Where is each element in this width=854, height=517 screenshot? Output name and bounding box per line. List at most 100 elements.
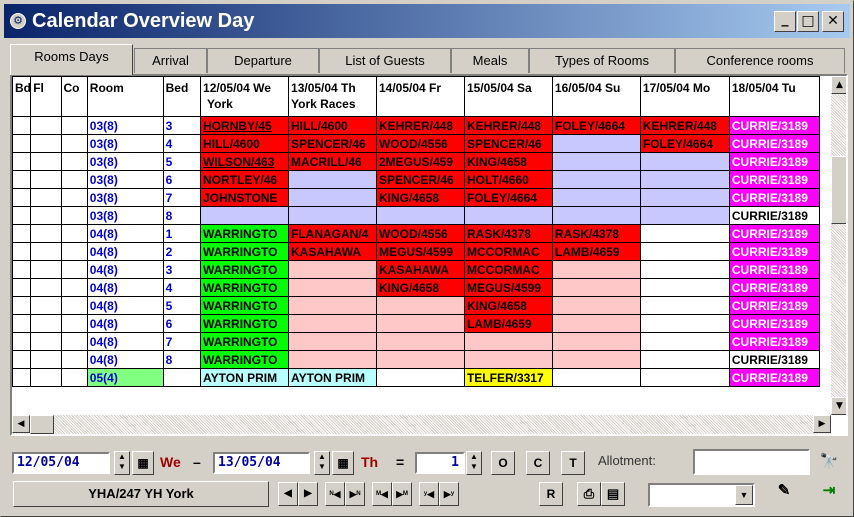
r-button[interactable]: R bbox=[539, 482, 563, 506]
hostel-button[interactable]: YHA/247 YH York bbox=[13, 481, 269, 507]
month-back-icon[interactable]: ᴹ◀ bbox=[372, 482, 392, 506]
bed-cell[interactable]: 1 bbox=[162, 224, 202, 243]
co-cell[interactable] bbox=[60, 224, 88, 243]
exit-icon[interactable]: ⇥ bbox=[815, 480, 843, 506]
table-row[interactable]: 04(8) 2 WARRINGTO KASAHAWA MEGUS/4599 MCCORMA… bbox=[12, 242, 821, 261]
bed-cell[interactable]: 4 bbox=[162, 134, 202, 153]
co-cell[interactable] bbox=[60, 296, 88, 315]
booking-cell[interactable]: JOHNSTONE bbox=[200, 188, 290, 207]
table-row[interactable]: 04(8) 8 WARRINGTO CURRIE/3189 bbox=[12, 350, 821, 369]
header-bed[interactable]: Bed bbox=[162, 76, 202, 117]
fl-cell[interactable] bbox=[30, 134, 62, 153]
bed-cell[interactable]: 5 bbox=[162, 152, 202, 171]
booking-cell[interactable]: TELFER/3317 bbox=[463, 368, 553, 387]
booking-cell[interactable]: FOLEY/4664 bbox=[551, 116, 641, 135]
co-cell[interactable] bbox=[60, 188, 88, 207]
booking-cell[interactable] bbox=[288, 206, 377, 225]
year-back-icon[interactable]: ʸ◀ bbox=[419, 482, 439, 506]
booking-cell[interactable]: KEHRER/448 bbox=[463, 116, 553, 135]
select-dropdown-icon[interactable]: ▼ bbox=[735, 485, 753, 505]
booking-cell[interactable]: KING/4658 bbox=[463, 296, 553, 315]
booking-cell[interactable] bbox=[639, 152, 730, 171]
booking-cell[interactable]: WILSON/463 bbox=[200, 152, 290, 171]
close-button[interactable]: ✕ bbox=[822, 11, 844, 32]
booking-cell[interactable] bbox=[375, 350, 465, 369]
booking-cell[interactable]: WARRINGTO bbox=[200, 296, 290, 315]
booking-cell[interactable] bbox=[375, 296, 465, 315]
booking-cell[interactable]: WARRINGTO bbox=[200, 260, 290, 279]
booking-cell[interactable] bbox=[551, 152, 641, 171]
booking-cell[interactable] bbox=[375, 368, 465, 387]
room-cell[interactable]: 03(8) bbox=[86, 170, 164, 189]
bd-cell[interactable] bbox=[12, 206, 32, 225]
co-cell[interactable] bbox=[60, 134, 88, 153]
header-bd[interactable]: Bd bbox=[12, 76, 32, 117]
bd-cell[interactable] bbox=[12, 368, 32, 387]
scroll-left-icon[interactable]: ◀ bbox=[12, 415, 30, 433]
booking-cell[interactable] bbox=[639, 188, 730, 207]
table-row[interactable]: 03(8) 7 JOHNSTONE KING/4658 FOLEY/4664 CURRIE… bbox=[12, 188, 821, 207]
booking-cell[interactable]: LAMB/4659 bbox=[551, 242, 641, 261]
bed-cell[interactable]: 5 bbox=[162, 296, 202, 315]
room-cell[interactable]: 04(8) bbox=[86, 296, 164, 315]
booking-cell[interactable]: CURRIE/3189 bbox=[728, 368, 821, 387]
bd-cell[interactable] bbox=[12, 116, 32, 135]
tab-rooms-days[interactable]: Rooms Days bbox=[10, 44, 133, 75]
bd-cell[interactable] bbox=[12, 170, 32, 189]
booking-cell[interactable] bbox=[551, 170, 641, 189]
binoculars-icon[interactable]: 🔭 bbox=[816, 451, 842, 475]
booking-cell[interactable] bbox=[639, 278, 730, 297]
fl-cell[interactable] bbox=[30, 206, 62, 225]
booking-cell[interactable] bbox=[375, 314, 465, 333]
co-cell[interactable] bbox=[60, 116, 88, 135]
room-cell[interactable]: 04(8) bbox=[86, 314, 164, 333]
booking-cell[interactable]: WARRINGTO bbox=[200, 278, 290, 297]
scroll-right-icon[interactable]: ▶ bbox=[813, 415, 831, 433]
co-cell[interactable] bbox=[60, 314, 88, 333]
room-cell[interactable]: 03(8) bbox=[86, 206, 164, 225]
booking-cell[interactable] bbox=[375, 332, 465, 351]
booking-cell[interactable] bbox=[639, 206, 730, 225]
booking-cell[interactable] bbox=[288, 170, 377, 189]
booking-cell[interactable]: WOOD/4556 bbox=[375, 224, 465, 243]
tab-types-of-rooms[interactable]: Types of Rooms bbox=[529, 48, 675, 73]
fl-cell[interactable] bbox=[30, 152, 62, 171]
bed-cell[interactable]: 7 bbox=[162, 332, 202, 351]
booking-cell[interactable]: SPENCER/46 bbox=[375, 170, 465, 189]
booking-cell[interactable]: CURRIE/3189 bbox=[728, 332, 821, 351]
allotment-field[interactable] bbox=[693, 449, 810, 475]
days-count-spinner[interactable]: ▲ ▼ bbox=[466, 451, 482, 475]
booking-cell[interactable]: CURRIE/3189 bbox=[728, 296, 821, 315]
booking-cell[interactable] bbox=[463, 350, 553, 369]
booking-cell[interactable]: KING/4658 bbox=[375, 278, 465, 297]
table-row[interactable]: 03(8) 6 NORTLEY/46 SPENCER/46 HOLT/4660 CURRI… bbox=[12, 170, 821, 189]
header-fl[interactable]: Fl bbox=[30, 76, 62, 117]
header-co[interactable]: Co bbox=[60, 76, 88, 117]
booking-cell[interactable]: WARRINGTO bbox=[200, 242, 290, 261]
co-cell[interactable] bbox=[60, 260, 88, 279]
tab-departure[interactable]: Departure bbox=[207, 48, 319, 73]
booking-cell[interactable]: NORTLEY/46 bbox=[200, 170, 290, 189]
booking-cell[interactable]: WARRINGTO bbox=[200, 332, 290, 351]
booking-cell[interactable]: SPENCER/46 bbox=[463, 134, 553, 153]
booking-cell[interactable]: WOOD/4556 bbox=[375, 134, 465, 153]
printer-icon[interactable]: ⎙ bbox=[577, 482, 601, 506]
bed-cell[interactable] bbox=[162, 368, 202, 387]
booking-cell[interactable] bbox=[551, 260, 641, 279]
booking-cell[interactable]: AYTON PRIM bbox=[200, 368, 290, 387]
booking-cell[interactable]: RASK/4378 bbox=[551, 224, 641, 243]
booking-cell[interactable]: KEHRER/448 bbox=[375, 116, 465, 135]
fl-cell[interactable] bbox=[30, 296, 62, 315]
booking-cell[interactable] bbox=[551, 332, 641, 351]
header-date-2[interactable]: 13/05/04 Th York Races bbox=[288, 76, 377, 117]
room-cell[interactable]: 04(8) bbox=[86, 260, 164, 279]
fl-cell[interactable] bbox=[30, 368, 62, 387]
table-row[interactable]: 04(8) 6 WARRINGTO LAMB/4659 CURRIE/3189 bbox=[12, 314, 821, 333]
bd-cell[interactable] bbox=[12, 134, 32, 153]
bed-cell[interactable]: 8 bbox=[162, 350, 202, 369]
booking-cell[interactable]: CURRIE/3189 bbox=[728, 242, 821, 261]
booking-cell[interactable]: KASAHAWA bbox=[288, 242, 377, 261]
booking-cell[interactable]: CURRIE/3189 bbox=[728, 350, 821, 369]
week-back-icon[interactable]: ᴺ◀ bbox=[325, 482, 345, 506]
table-row[interactable]: 04(8) 7 WARRINGTO CURRIE/3189 bbox=[12, 332, 821, 351]
